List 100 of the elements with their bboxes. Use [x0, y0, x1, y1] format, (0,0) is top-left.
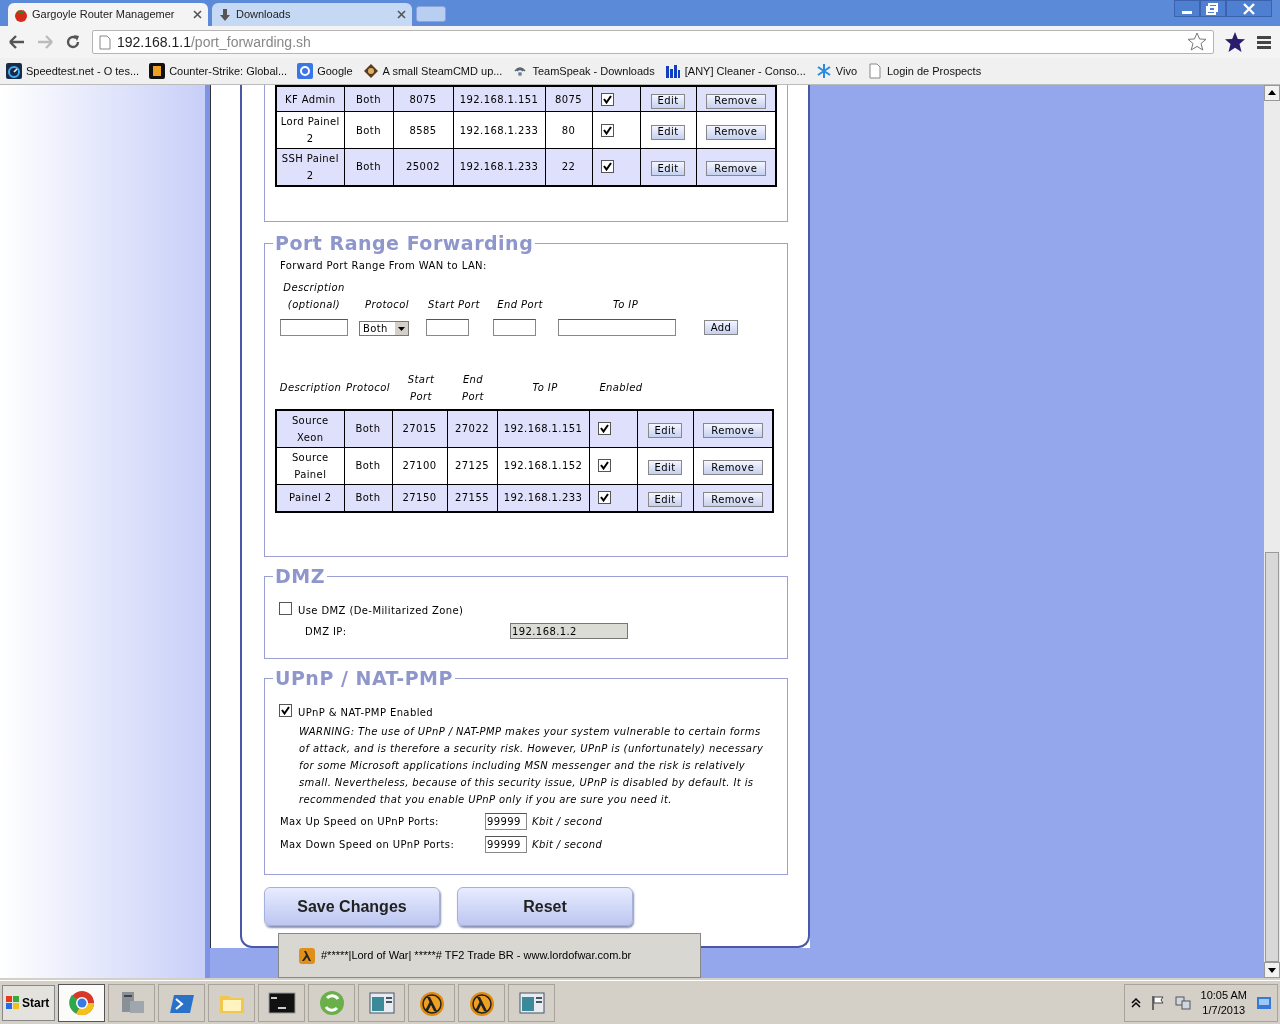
- column-header: To IP: [531, 381, 559, 395]
- star-icon[interactable]: [1224, 31, 1246, 53]
- close-icon[interactable]: [1240, 0, 1258, 17]
- taskbar-button[interactable]: [458, 983, 505, 1022]
- tomato-icon: [14, 7, 28, 22]
- taskbar-button[interactable]: [408, 983, 455, 1022]
- windows-flag-icon: [6, 995, 20, 1010]
- unit-label: Kbit / second: [532, 837, 603, 852]
- taskbar-button[interactable]: [58, 983, 105, 1022]
- page-icon: [867, 63, 883, 79]
- edit-button[interactable]: Edit: [648, 423, 682, 439]
- scroll-up-icon[interactable]: [1264, 85, 1280, 101]
- network-icon[interactable]: [1174, 994, 1191, 1011]
- scroll-down-icon[interactable]: [1264, 962, 1280, 978]
- checkbox[interactable]: [597, 459, 611, 472]
- edit-button[interactable]: Edit: [648, 460, 682, 475]
- table-cell: Both: [344, 86, 393, 112]
- column-label: Start Port: [427, 298, 481, 312]
- remove-button[interactable]: Remove: [702, 460, 763, 475]
- checkbox[interactable]: [600, 92, 614, 106]
- back-icon[interactable]: [8, 34, 26, 50]
- field-label: Max Down Speed on UPnP Ports:: [280, 837, 456, 852]
- section-title: Port Range Forwarding: [274, 232, 535, 254]
- edit-button[interactable]: Edit: [651, 161, 685, 177]
- edit-button[interactable]: Edit: [648, 492, 682, 508]
- column-header: Enabled: [598, 381, 644, 395]
- table-cell: 192.168.1.151: [453, 86, 545, 112]
- close-icon[interactable]: [193, 10, 202, 19]
- column-header: Description: [278, 381, 343, 395]
- section-title: UPnP / NAT-PMP: [274, 667, 454, 689]
- table-cell: 80: [545, 111, 592, 149]
- bookmark-star-icon[interactable]: [1187, 32, 1207, 52]
- bookmark[interactable]: Speedtest.net - O tes...: [6, 62, 140, 80]
- edit-button[interactable]: Edit: [651, 93, 685, 109]
- checkbox-label: Use DMZ (De-Militarized Zone): [298, 604, 464, 618]
- tooltip: #*****|Lord of War| *****# TF2 Trade BR - www.lordofwar.com.br: [278, 933, 701, 978]
- bookmark[interactable]: [ANY] Cleaner - Conso...: [664, 62, 806, 80]
- close-icon[interactable]: [397, 10, 406, 19]
- snowflake-icon: [815, 63, 832, 79]
- start-button[interactable]: Start: [2, 984, 55, 1021]
- table-cell: 27022: [447, 410, 497, 447]
- bar-chart-icon: [664, 63, 681, 79]
- scroll-thumb[interactable]: [1265, 552, 1279, 962]
- show-desktop-icon[interactable]: [1257, 996, 1271, 1009]
- bookmark[interactable]: A small SteamCMD up...: [362, 62, 503, 80]
- bookmark[interactable]: Vivo: [815, 62, 857, 80]
- warning-text: WARNING: The use of UPnP / NAT-PMP makes your system vulnerable to certain forms of attack, and is therefore a security risk. However, UPnP is (unfortunately) necessary for some Microsoft applications including MSN messenger and the risk is relatively small. Nevertheless, because of this security issue, UPnP is disabled by default. It is recommended that you enable UPnP only if you are sure you need it.: [299, 725, 765, 807]
- checkbox[interactable]: [600, 160, 614, 174]
- input-field[interactable]: [280, 319, 348, 336]
- remove-button[interactable]: Remove: [705, 93, 766, 109]
- checkbox[interactable]: [279, 704, 292, 717]
- bookmark[interactable]: Google: [297, 62, 353, 80]
- edit-button[interactable]: Edit: [651, 124, 685, 140]
- section-title: DMZ: [274, 565, 326, 587]
- browser-icon: [67, 988, 96, 1017]
- column-label: Description (optional): [282, 281, 346, 312]
- download-icon: [218, 7, 232, 22]
- lambda-icon: [299, 947, 315, 964]
- input-field[interactable]: [426, 319, 469, 336]
- column-header: End Port: [461, 373, 485, 404]
- input-field[interactable]: [558, 319, 676, 336]
- remove-button[interactable]: Remove: [705, 161, 766, 177]
- input-field[interactable]: [493, 319, 536, 336]
- table-cell: 27015: [392, 410, 447, 447]
- speed-field[interactable]: 99999: [485, 812, 527, 830]
- menu-icon[interactable]: [1256, 35, 1272, 49]
- table-cell: Both: [344, 111, 393, 149]
- taskbar-button[interactable]: [258, 983, 305, 1022]
- protocol-select[interactable]: Both: [359, 321, 409, 336]
- action-button[interactable]: Reset: [457, 887, 633, 926]
- checkbox[interactable]: [597, 422, 611, 436]
- action-button[interactable]: Save Changes: [264, 887, 440, 926]
- scrollbar[interactable]: [1264, 85, 1280, 978]
- address-bar[interactable]: 192.168.1.1/port_forwarding.sh: [92, 30, 1214, 54]
- chevron-up-icon[interactable]: [1130, 997, 1141, 1008]
- diamond-icon: [362, 63, 379, 79]
- remove-button[interactable]: Remove: [705, 124, 766, 140]
- checkbox[interactable]: [597, 491, 611, 505]
- bookmark[interactable]: TeamSpeak - Downloads: [512, 62, 655, 80]
- table-cell: 192.168.1.152: [497, 447, 589, 484]
- table-cell: Lord Painel 2: [276, 111, 344, 149]
- checkbox[interactable]: [600, 123, 614, 137]
- unit-label: Kbit / second: [532, 814, 603, 829]
- remove-button[interactable]: Remove: [702, 423, 763, 439]
- table-cell: KF Admin: [276, 86, 344, 112]
- table-cell: Source Xeon: [276, 410, 344, 447]
- table-cell: Both: [344, 447, 392, 484]
- browser-tab[interactable]: Gargoyle Router Managemer: [8, 3, 208, 26]
- remove-button[interactable]: Remove: [702, 492, 763, 508]
- clock-time: 10:05 AM: [1200, 987, 1247, 1003]
- flag-icon[interactable]: [1150, 994, 1165, 1011]
- bookmark[interactable]: Login de Prospects: [867, 62, 982, 80]
- add-button[interactable]: Add: [704, 320, 738, 335]
- speed-field[interactable]: 99999: [485, 835, 527, 853]
- browser-tab[interactable]: Downloads: [212, 3, 412, 26]
- checkbox[interactable]: [279, 602, 292, 615]
- reload-icon[interactable]: [64, 33, 82, 51]
- field-label: Max Up Speed on UPnP Ports:: [280, 814, 440, 829]
- bookmark[interactable]: Counter-Strike: Global...: [149, 62, 288, 80]
- table-cell: Source Painel: [276, 447, 344, 484]
